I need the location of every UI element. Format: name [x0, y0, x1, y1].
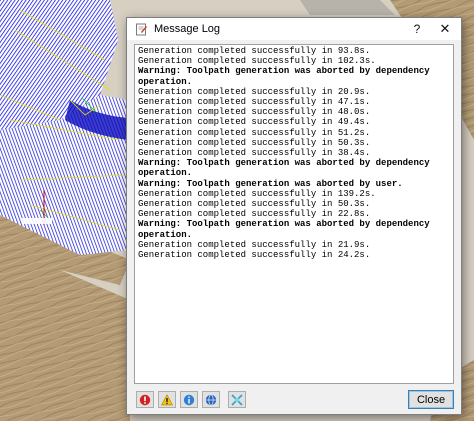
close-button[interactable]: Close [408, 390, 454, 409]
filter-debug-button[interactable] [202, 391, 220, 408]
clear-icon [231, 393, 243, 406]
log-warning-line: Warning: Toolpath generation was aborted… [138, 158, 430, 169]
dialog-title: Message Log [154, 23, 221, 35]
log-warning-line: Warning: Toolpath generation was aborted… [138, 219, 430, 230]
log-info-line: Generation completed successfully in 50.… [138, 137, 371, 148]
filter-errors-button[interactable] [136, 391, 154, 408]
error-icon [139, 394, 151, 405]
log-info-line: Generation completed successfully in 22.… [138, 209, 371, 220]
log-info-line: Generation completed successfully in 20.… [138, 86, 371, 97]
log-info-line: Generation completed successfully in 21.… [138, 239, 371, 250]
log-warning-line: operation. [138, 76, 193, 87]
log-info-line: Generation completed successfully in 102… [138, 56, 376, 67]
close-window-button[interactable]: ✕ [431, 18, 459, 40]
filter-info-button[interactable] [180, 391, 198, 408]
log-warning-line: operation. [138, 168, 193, 179]
clear-log-button[interactable] [228, 391, 246, 408]
help-button[interactable]: ? [403, 18, 431, 40]
message-log-dialog: Message Log ? ✕ Generation completed suc… [126, 17, 462, 415]
log-warning-line: Warning: Toolpath generation was aborted… [138, 66, 430, 77]
log-warning-line: Warning: Toolpath generation was aborted… [138, 178, 403, 189]
log-info-line: Generation completed successfully in 48.… [138, 107, 371, 118]
filter-warnings-button[interactable] [158, 391, 176, 408]
info-icon [183, 394, 195, 405]
log-info-line: Generation completed successfully in 51.… [138, 127, 371, 138]
globe-icon [205, 393, 217, 406]
log-info-line: Generation completed successfully in 139… [138, 188, 376, 199]
message-log-list[interactable]: Generation completed successfully in 93.… [134, 44, 454, 384]
log-info-line: Generation completed successfully in 49.… [138, 117, 371, 128]
log-info-line: Generation completed successfully in 50.… [138, 199, 371, 210]
log-info-line: Generation completed successfully in 93.… [138, 46, 371, 56]
warning-icon [161, 393, 173, 405]
log-toolbar: Close [134, 390, 454, 410]
log-info-line: Generation completed successfully in 38.… [138, 148, 371, 159]
message-log-app-icon [134, 22, 148, 36]
title-bar[interactable]: Message Log ? ✕ [127, 18, 461, 40]
log-warning-line: operation. [138, 229, 193, 240]
log-info-line: Generation completed successfully in 47.… [138, 97, 371, 108]
log-info-line: Generation completed successfully in 24.… [138, 250, 371, 261]
